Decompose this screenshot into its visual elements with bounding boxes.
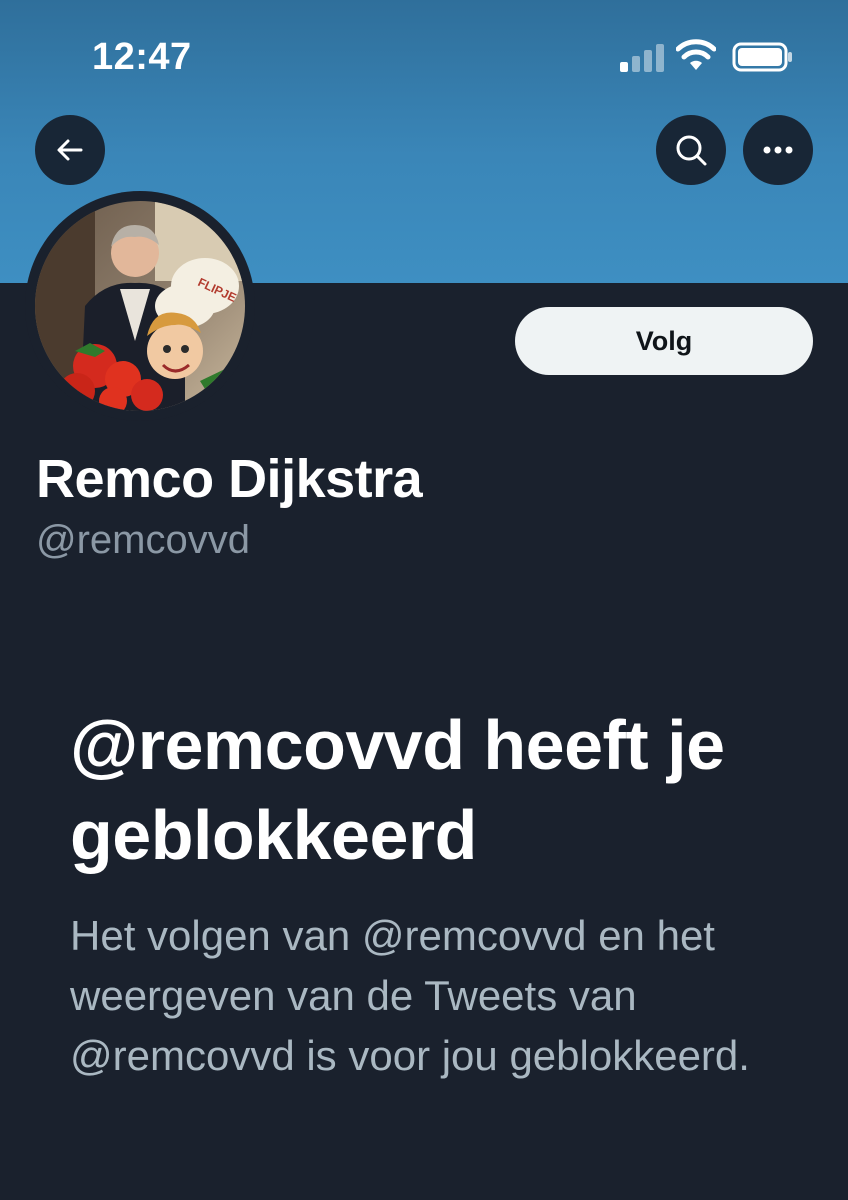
back-button[interactable] (35, 115, 105, 185)
display-name: Remco Dijkstra (36, 449, 423, 509)
status-time: 12:47 (92, 36, 192, 78)
avatar[interactable]: FLIPJE (25, 191, 255, 421)
search-icon (676, 135, 707, 166)
wifi-icon (676, 39, 716, 70)
user-handle: @remcovvd (36, 518, 250, 562)
blocked-title: @remcovvd heeft je geblokkeerd (70, 706, 725, 874)
search-button[interactable] (656, 115, 726, 185)
follow-button[interactable]: Volg (515, 307, 813, 375)
arrow-left-icon (57, 139, 83, 161)
more-options-button[interactable] (743, 115, 813, 185)
profile-screen: 12:47 FLIPJE Volg Remco Dijkstra @remcov… (0, 0, 848, 1200)
avatar-photo: FLIPJE (35, 201, 245, 411)
battery-icon (732, 42, 792, 72)
cellular-signal-icon (620, 42, 666, 72)
more-horizontal-icon (763, 146, 793, 154)
blocked-description: Het volgen van @remcovvd en het weergeve… (70, 912, 750, 1079)
